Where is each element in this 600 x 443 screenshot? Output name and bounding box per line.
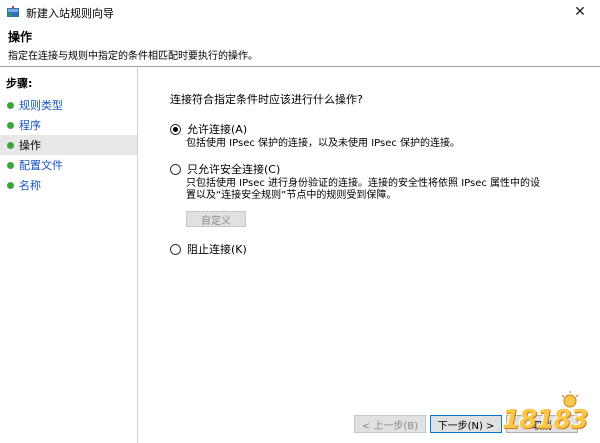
- customize-button[interactable]: 自定义: [186, 211, 246, 227]
- secure-connection-label: 只允许安全连接(C): [187, 163, 281, 176]
- green-dot-icon: [7, 141, 14, 149]
- watermark-text: 18183: [502, 405, 588, 435]
- title-bar: 新建入站规则向导 ✕: [0, 0, 600, 24]
- firewall-wizard-icon: [7, 6, 19, 17]
- action-question: 连接符合指定条件时应该进行什么操作?: [170, 93, 363, 106]
- next-button[interactable]: 下一步(N) >: [430, 415, 502, 433]
- close-button[interactable]: ✕: [560, 0, 600, 24]
- step-label: 配置文件: [19, 159, 63, 172]
- step-item-action[interactable]: 操作: [0, 135, 138, 155]
- step-item-name[interactable]: 名称: [0, 175, 138, 195]
- allow-connection-option[interactable]: 允许连接(A): [170, 121, 247, 137]
- steps-sidebar: 步骤: 规则类型 程序 操作 配置文件 名称: [0, 67, 138, 443]
- block-connection-option[interactable]: 阻止连接(K): [170, 241, 247, 257]
- allow-connection-description: 包括使用 IPsec 保护的连接，以及未使用 IPsec 保护的连接。: [186, 138, 461, 149]
- step-label: 程序: [19, 119, 41, 132]
- green-dot-icon: [7, 121, 14, 129]
- wizard-window: 新建入站规则向导 ✕ 操作 指定在连接与规则中指定的条件相匹配时要执行的操作。 …: [0, 0, 600, 443]
- close-icon: ✕: [574, 4, 586, 20]
- secure-connection-option[interactable]: 只允许安全连接(C): [170, 161, 280, 177]
- steps-label: 步骤:: [6, 77, 33, 90]
- block-connection-radio[interactable]: [170, 243, 181, 255]
- window-title: 新建入站规则向导: [26, 7, 114, 20]
- step-item-rule-type[interactable]: 规则类型: [0, 95, 138, 115]
- secure-connection-description-line2: 置以及“连接安全规则”节点中的规则受到保障。: [186, 190, 397, 201]
- page-description: 指定在连接与规则中指定的条件相匹配时要执行的操作。: [8, 51, 258, 62]
- step-label: 操作: [19, 139, 41, 152]
- allow-connection-radio[interactable]: [170, 123, 181, 135]
- secure-connection-radio[interactable]: [170, 163, 181, 175]
- step-label: 规则类型: [19, 99, 63, 112]
- step-item-program[interactable]: 程序: [0, 115, 138, 135]
- green-dot-icon: [7, 181, 14, 189]
- green-dot-icon: [7, 101, 14, 109]
- step-label: 名称: [19, 179, 41, 192]
- secure-connection-description-line1: 只包括使用 IPsec 进行身份验证的连接。连接的安全性将依照 IPsec 属性…: [186, 178, 541, 189]
- step-item-profile[interactable]: 配置文件: [0, 155, 138, 175]
- page-title: 操作: [8, 30, 33, 44]
- watermark-logo: 18183: [500, 391, 590, 437]
- main-panel: 连接符合指定条件时应该进行什么操作? 允许连接(A) 包括使用 IPsec 保护…: [138, 67, 600, 443]
- wizard-header: 操作 指定在连接与规则中指定的条件相匹配时要执行的操作。: [0, 24, 600, 64]
- back-button[interactable]: < 上一步(B): [354, 415, 426, 433]
- block-connection-label: 阻止连接(K): [187, 243, 247, 256]
- allow-connection-label: 允许连接(A): [187, 123, 248, 136]
- green-dot-icon: [7, 161, 14, 169]
